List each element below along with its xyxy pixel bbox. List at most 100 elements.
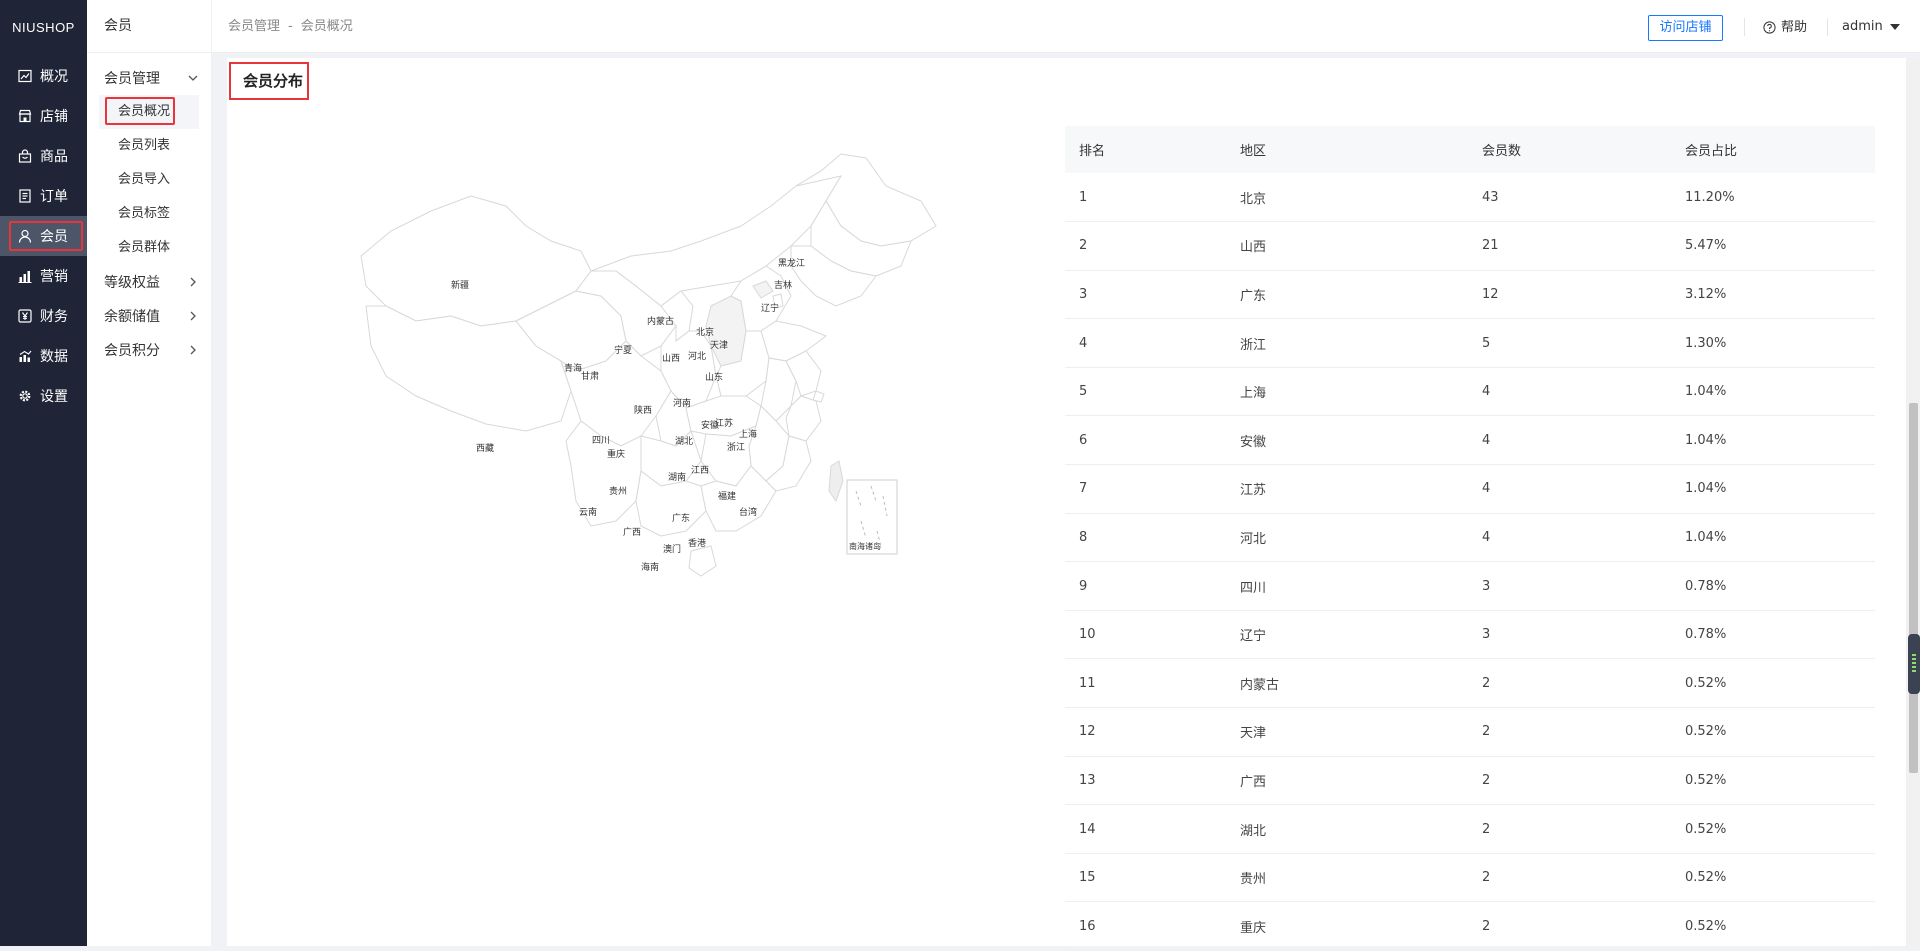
nav-label: 概况 (40, 69, 68, 85)
col-header-region: 地区 (1226, 126, 1468, 173)
map-label: 广东 (672, 512, 690, 523)
store-icon (18, 109, 32, 123)
map-label: 浙江 (727, 441, 745, 452)
cell-ratio: 0.78% (1671, 561, 1875, 611)
subnav-title: 会员 (87, 0, 211, 53)
visit-store-button[interactable]: 访问店铺 (1648, 15, 1723, 41)
nav-label: 店铺 (40, 109, 68, 125)
cell-ratio: 11.20% (1671, 173, 1875, 223)
group-label: 等级权益 (104, 275, 160, 291)
map-label: 山西 (662, 353, 680, 363)
map-label: 广西 (623, 526, 641, 537)
cell-count: 2 (1468, 658, 1671, 709)
group-points[interactable]: 会员积分 (87, 333, 211, 367)
subnav-item-import[interactable]: 会员导入 (87, 163, 211, 197)
cell-ratio: 0.52% (1671, 707, 1875, 757)
cell-count: 2 (1468, 804, 1671, 854)
member-distribution-card: 会员分布 新疆 西藏 青海 甘肃 内蒙古 黑龙江 吉林 辽宁 北京 天津 河北 … (227, 58, 1907, 951)
cell-region: 北京 (1226, 173, 1468, 223)
map-label: 福建 (718, 490, 736, 501)
breadcrumb-member-manage[interactable]: 会员管理 (228, 19, 280, 34)
table-row: 3 广东 12 3.12% (1065, 270, 1875, 320)
table-body: 1 北京 43 11.20% 2 山西 21 5.47% 3 广东 12 3.12% 4 浙江 5 1.30%… (1065, 173, 1875, 951)
table-row: 11 内蒙古 2 0.52% (1065, 658, 1875, 709)
main-nav: NIUSHOP 概况 店铺 商品 订单 会员 营销 财务 数据 设置 (0, 0, 87, 946)
line-chart-icon (18, 69, 32, 83)
map-label: 辽宁 (761, 302, 779, 313)
map-label: 江苏 (715, 417, 733, 428)
divider (1744, 18, 1745, 36)
cell-ratio: 0.52% (1671, 901, 1875, 951)
map-label: 青海 (564, 362, 582, 373)
group-level-rights[interactable]: 等级权益 (87, 265, 211, 299)
help-circle-icon (1763, 21, 1776, 34)
table-row: 15 贵州 2 0.52% (1065, 853, 1875, 903)
group-balance[interactable]: 余额储值 (87, 299, 211, 333)
group-label: 会员管理 (104, 71, 160, 87)
gear-icon (19, 390, 31, 402)
map-label: 台湾 (739, 506, 757, 517)
scrollbar-thumb[interactable] (1909, 403, 1918, 773)
cell-count: 5 (1468, 318, 1671, 368)
cell-ratio: 1.04% (1671, 415, 1875, 466)
divider (1827, 18, 1828, 36)
user-name: admin (1842, 19, 1883, 34)
cell-rank: 14 (1065, 804, 1226, 854)
cell-ratio: 0.52% (1671, 658, 1875, 709)
cell-rank: 6 (1065, 415, 1226, 466)
nav-data[interactable]: 数据 (0, 336, 87, 376)
subnav-item-list[interactable]: 会员列表 (87, 129, 211, 163)
member-subnav: 会员 会员管理 会员概况 会员列表 会员导入 会员标签 会员群体 等级权益 余额… (87, 0, 212, 946)
page-scrollbar[interactable] (1906, 58, 1920, 946)
map-label: 湖南 (668, 471, 686, 482)
side-widget-handle[interactable] (1908, 634, 1920, 694)
cell-region: 重庆 (1226, 901, 1468, 951)
cell-region: 上海 (1226, 367, 1468, 417)
nav-member[interactable]: 会员 (0, 216, 87, 256)
help-link[interactable]: 帮助 (1763, 0, 1807, 55)
nav-marketing[interactable]: 营销 (0, 256, 87, 296)
nav-finance[interactable]: 财务 (0, 296, 87, 336)
nav-overview[interactable]: 概况 (0, 56, 87, 96)
subnav-item-groups[interactable]: 会员群体 (87, 231, 211, 265)
table-header-row: 排名 地区 会员数 会员占比 (1065, 126, 1875, 173)
cell-region: 广西 (1226, 756, 1468, 806)
chevron-right-icon (190, 345, 196, 355)
map-label: 北京 (696, 326, 714, 337)
col-header-ratio: 会员占比 (1671, 126, 1875, 173)
cell-rank: 13 (1065, 756, 1226, 806)
nav-goods[interactable]: 商品 (0, 136, 87, 176)
cell-count: 4 (1468, 513, 1671, 563)
nav-settings[interactable]: 设置 (0, 376, 87, 416)
map-label: 河北 (688, 350, 706, 361)
cell-rank: 15 (1065, 853, 1226, 903)
top-bar: 会员管理 - 会员概况 访问店铺 帮助 admin (212, 0, 1920, 53)
cell-rank: 9 (1065, 561, 1226, 611)
cell-rank: 5 (1065, 367, 1226, 417)
cell-ratio: 3.12% (1671, 270, 1875, 320)
cell-count: 2 (1468, 707, 1671, 757)
map-label: 甘肃 (581, 370, 599, 381)
subnav-item-tags[interactable]: 会员标签 (87, 197, 211, 231)
nav-store[interactable]: 店铺 (0, 96, 87, 136)
cell-count: 4 (1468, 367, 1671, 417)
cell-rank: 1 (1065, 173, 1226, 223)
group-member-manage[interactable]: 会员管理 (87, 61, 211, 95)
card-title: 会员分布 (229, 62, 309, 100)
cell-ratio: 1.30% (1671, 318, 1875, 368)
nav-order[interactable]: 订单 (0, 176, 87, 216)
map-label: 陕西 (634, 404, 652, 415)
group-label: 余额储值 (104, 309, 160, 325)
map-label: 澳门 (663, 543, 681, 554)
map-label: 内蒙古 (647, 315, 674, 326)
cell-region: 辽宁 (1226, 610, 1468, 660)
highlight-box (9, 221, 83, 251)
map-label: 湖北 (675, 436, 693, 446)
goods-bag-icon (18, 149, 32, 163)
subnav-item-overview[interactable]: 会员概况 (99, 95, 199, 129)
user-menu[interactable]: admin (1842, 0, 1900, 53)
cell-region: 四川 (1226, 561, 1468, 611)
map-label: 西藏 (476, 442, 494, 453)
table-row: 16 重庆 2 0.52% (1065, 901, 1875, 951)
cell-rank: 8 (1065, 513, 1226, 563)
